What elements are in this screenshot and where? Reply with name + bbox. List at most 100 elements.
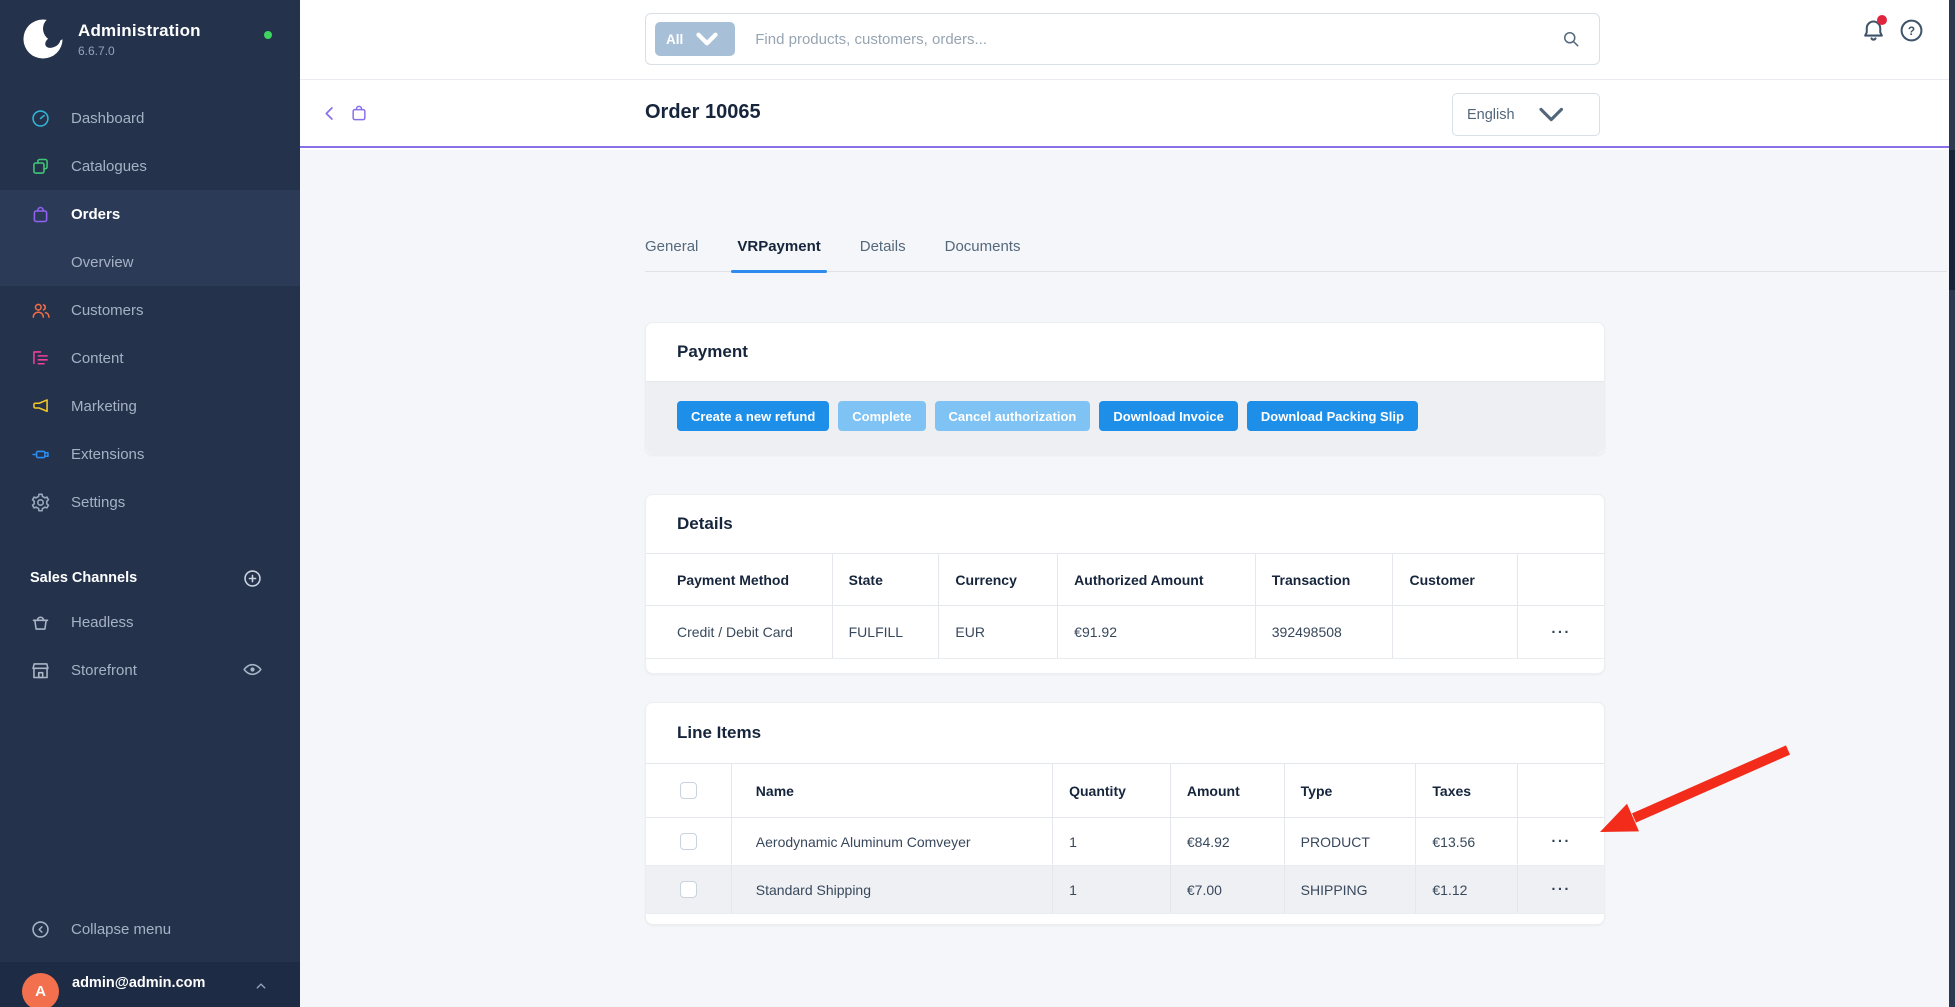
global-search[interactable]: All [645, 13, 1600, 65]
add-sales-channel-button[interactable] [242, 568, 263, 589]
topbar: All ? [300, 0, 1955, 80]
basket-icon [30, 612, 51, 633]
sidebar-item-dashboard[interactable]: Dashboard [0, 94, 300, 142]
payment-method-cell: Credit / Debit Card [646, 606, 833, 658]
context-menu-button[interactable]: ··· [1551, 834, 1571, 849]
order-bag-icon [349, 103, 369, 123]
language-select[interactable]: English [1452, 93, 1600, 136]
row-checkbox[interactable] [680, 833, 697, 850]
item-amount-cell: €84.92 [1171, 818, 1285, 865]
back-button[interactable] [320, 104, 339, 123]
help-icon[interactable]: ? [1898, 17, 1925, 44]
search-icon[interactable] [1561, 29, 1581, 49]
notifications-bell-icon[interactable] [1860, 17, 1887, 44]
svg-text:?: ? [1908, 24, 1915, 38]
sidebar-item-customers[interactable]: Customers [0, 286, 300, 334]
customers-icon [30, 300, 51, 321]
create-refund-button[interactable]: Create a new refund [677, 401, 829, 431]
sidebar: Administration 6.6.7.0 Dashboard Catalog… [0, 0, 300, 1007]
avatar: A [22, 973, 59, 1007]
column-header: Amount [1171, 764, 1285, 817]
sidebar-item-extensions[interactable]: Extensions [0, 430, 300, 478]
screen: Administration 6.6.7.0 Dashboard Catalog… [0, 0, 1955, 1007]
item-type-cell: SHIPPING [1285, 866, 1417, 913]
dashboard-icon [30, 108, 51, 129]
item-taxes-cell: €1.12 [1416, 866, 1518, 913]
item-amount-cell: €7.00 [1171, 866, 1285, 913]
marketing-icon [30, 396, 51, 417]
cancel-authorization-button[interactable]: Cancel authorization [935, 401, 1091, 431]
details-card: Details Payment Method State Currency Au… [645, 494, 1605, 674]
line-item-row[interactable]: Aerodynamic Aluminum Comveyer 1 €84.92 P… [646, 818, 1604, 866]
currency-cell: EUR [939, 606, 1058, 658]
storefront-icon [30, 660, 51, 681]
shopware-logo-icon [20, 16, 66, 62]
app-title: Administration [78, 21, 201, 41]
chevron-up-icon [252, 977, 270, 995]
scrollbar-thumb[interactable] [1949, 150, 1955, 290]
line-item-row[interactable]: Standard Shipping 1 €7.00 €1.12 SHIPPING… [646, 866, 1604, 914]
tab-documents[interactable]: Documents [945, 238, 1021, 271]
context-menu-button[interactable]: ··· [1551, 882, 1571, 897]
column-header: State [833, 554, 940, 605]
payment-actions: Create a new refund Complete Cancel auth… [646, 381, 1604, 454]
tab-details[interactable]: Details [860, 238, 906, 271]
column-header: Currency [939, 554, 1058, 605]
orders-icon [30, 204, 51, 225]
sidebar-item-headless[interactable]: Headless [0, 598, 300, 646]
complete-button[interactable]: Complete [838, 401, 925, 431]
notification-badge [1877, 15, 1887, 25]
user-menu[interactable]: A admin@admin.com [0, 962, 300, 1007]
app-header: Administration 6.6.7.0 [20, 16, 201, 62]
content-area: General VRPayment Details Documents Paym… [300, 150, 1955, 1007]
search-input[interactable] [755, 31, 1561, 48]
select-all-checkbox[interactable] [680, 782, 697, 799]
column-header: Taxes [1416, 764, 1518, 817]
download-invoice-button[interactable]: Download Invoice [1099, 401, 1238, 431]
language-label: English [1467, 107, 1515, 123]
column-header: Name [732, 764, 1053, 817]
sidebar-item-content[interactable]: Content [0, 334, 300, 382]
collapse-chevron-icon [30, 919, 51, 940]
row-checkbox[interactable] [680, 881, 697, 898]
state-cell: FULFILL [833, 606, 940, 658]
collapse-menu-button[interactable]: Collapse menu [0, 905, 300, 953]
search-filter-dropdown[interactable]: All [655, 22, 735, 56]
content-icon [30, 348, 51, 369]
sidebar-item-orders[interactable]: Orders [0, 190, 300, 238]
payment-heading: Payment [646, 323, 1604, 381]
item-name-cell: Standard Shipping [732, 866, 1053, 913]
column-header: Transaction [1256, 554, 1394, 605]
details-table-row[interactable]: Credit / Debit Card FULFILL EUR €91.92 3… [646, 606, 1604, 659]
download-packing-slip-button[interactable]: Download Packing Slip [1247, 401, 1418, 431]
tab-vrpayment[interactable]: VRPayment [737, 238, 820, 271]
transaction-cell: 392498508 [1256, 606, 1394, 658]
tab-general[interactable]: General [645, 238, 698, 271]
column-header: Customer [1393, 554, 1518, 605]
user-email: admin@admin.com [72, 975, 205, 991]
chevron-down-icon [1515, 94, 1587, 135]
details-heading: Details [646, 495, 1604, 553]
details-table-header: Payment Method State Currency Authorized… [646, 553, 1604, 606]
item-type-cell: PRODUCT [1285, 818, 1417, 865]
context-menu-button[interactable]: ··· [1551, 625, 1571, 640]
page-title: Order 10065 [645, 101, 761, 124]
eye-icon[interactable] [242, 659, 263, 680]
sidebar-item-orders-overview[interactable]: Overview [0, 238, 300, 286]
scrollbar[interactable] [1949, 0, 1955, 1007]
sidebar-item-catalogues[interactable]: Catalogues [0, 142, 300, 190]
online-status-dot [264, 31, 272, 39]
sidebar-item-marketing[interactable]: Marketing [0, 382, 300, 430]
column-header-actions [1518, 764, 1604, 817]
line-items-heading: Line Items [646, 703, 1604, 763]
column-header: Payment Method [646, 554, 833, 605]
line-items-table-header: Name Quantity Amount Type Taxes [646, 763, 1604, 818]
annotation-arrow [1590, 738, 1800, 846]
smartbar: Order 10065 English [300, 81, 1955, 148]
payment-card: Payment Create a new refund Complete Can… [645, 322, 1605, 455]
item-quantity-cell: 1 [1053, 866, 1171, 913]
column-header: Authorized Amount [1058, 554, 1256, 605]
extensions-icon [30, 444, 51, 465]
sidebar-item-settings[interactable]: Settings [0, 478, 300, 526]
settings-gear-icon [30, 492, 51, 513]
